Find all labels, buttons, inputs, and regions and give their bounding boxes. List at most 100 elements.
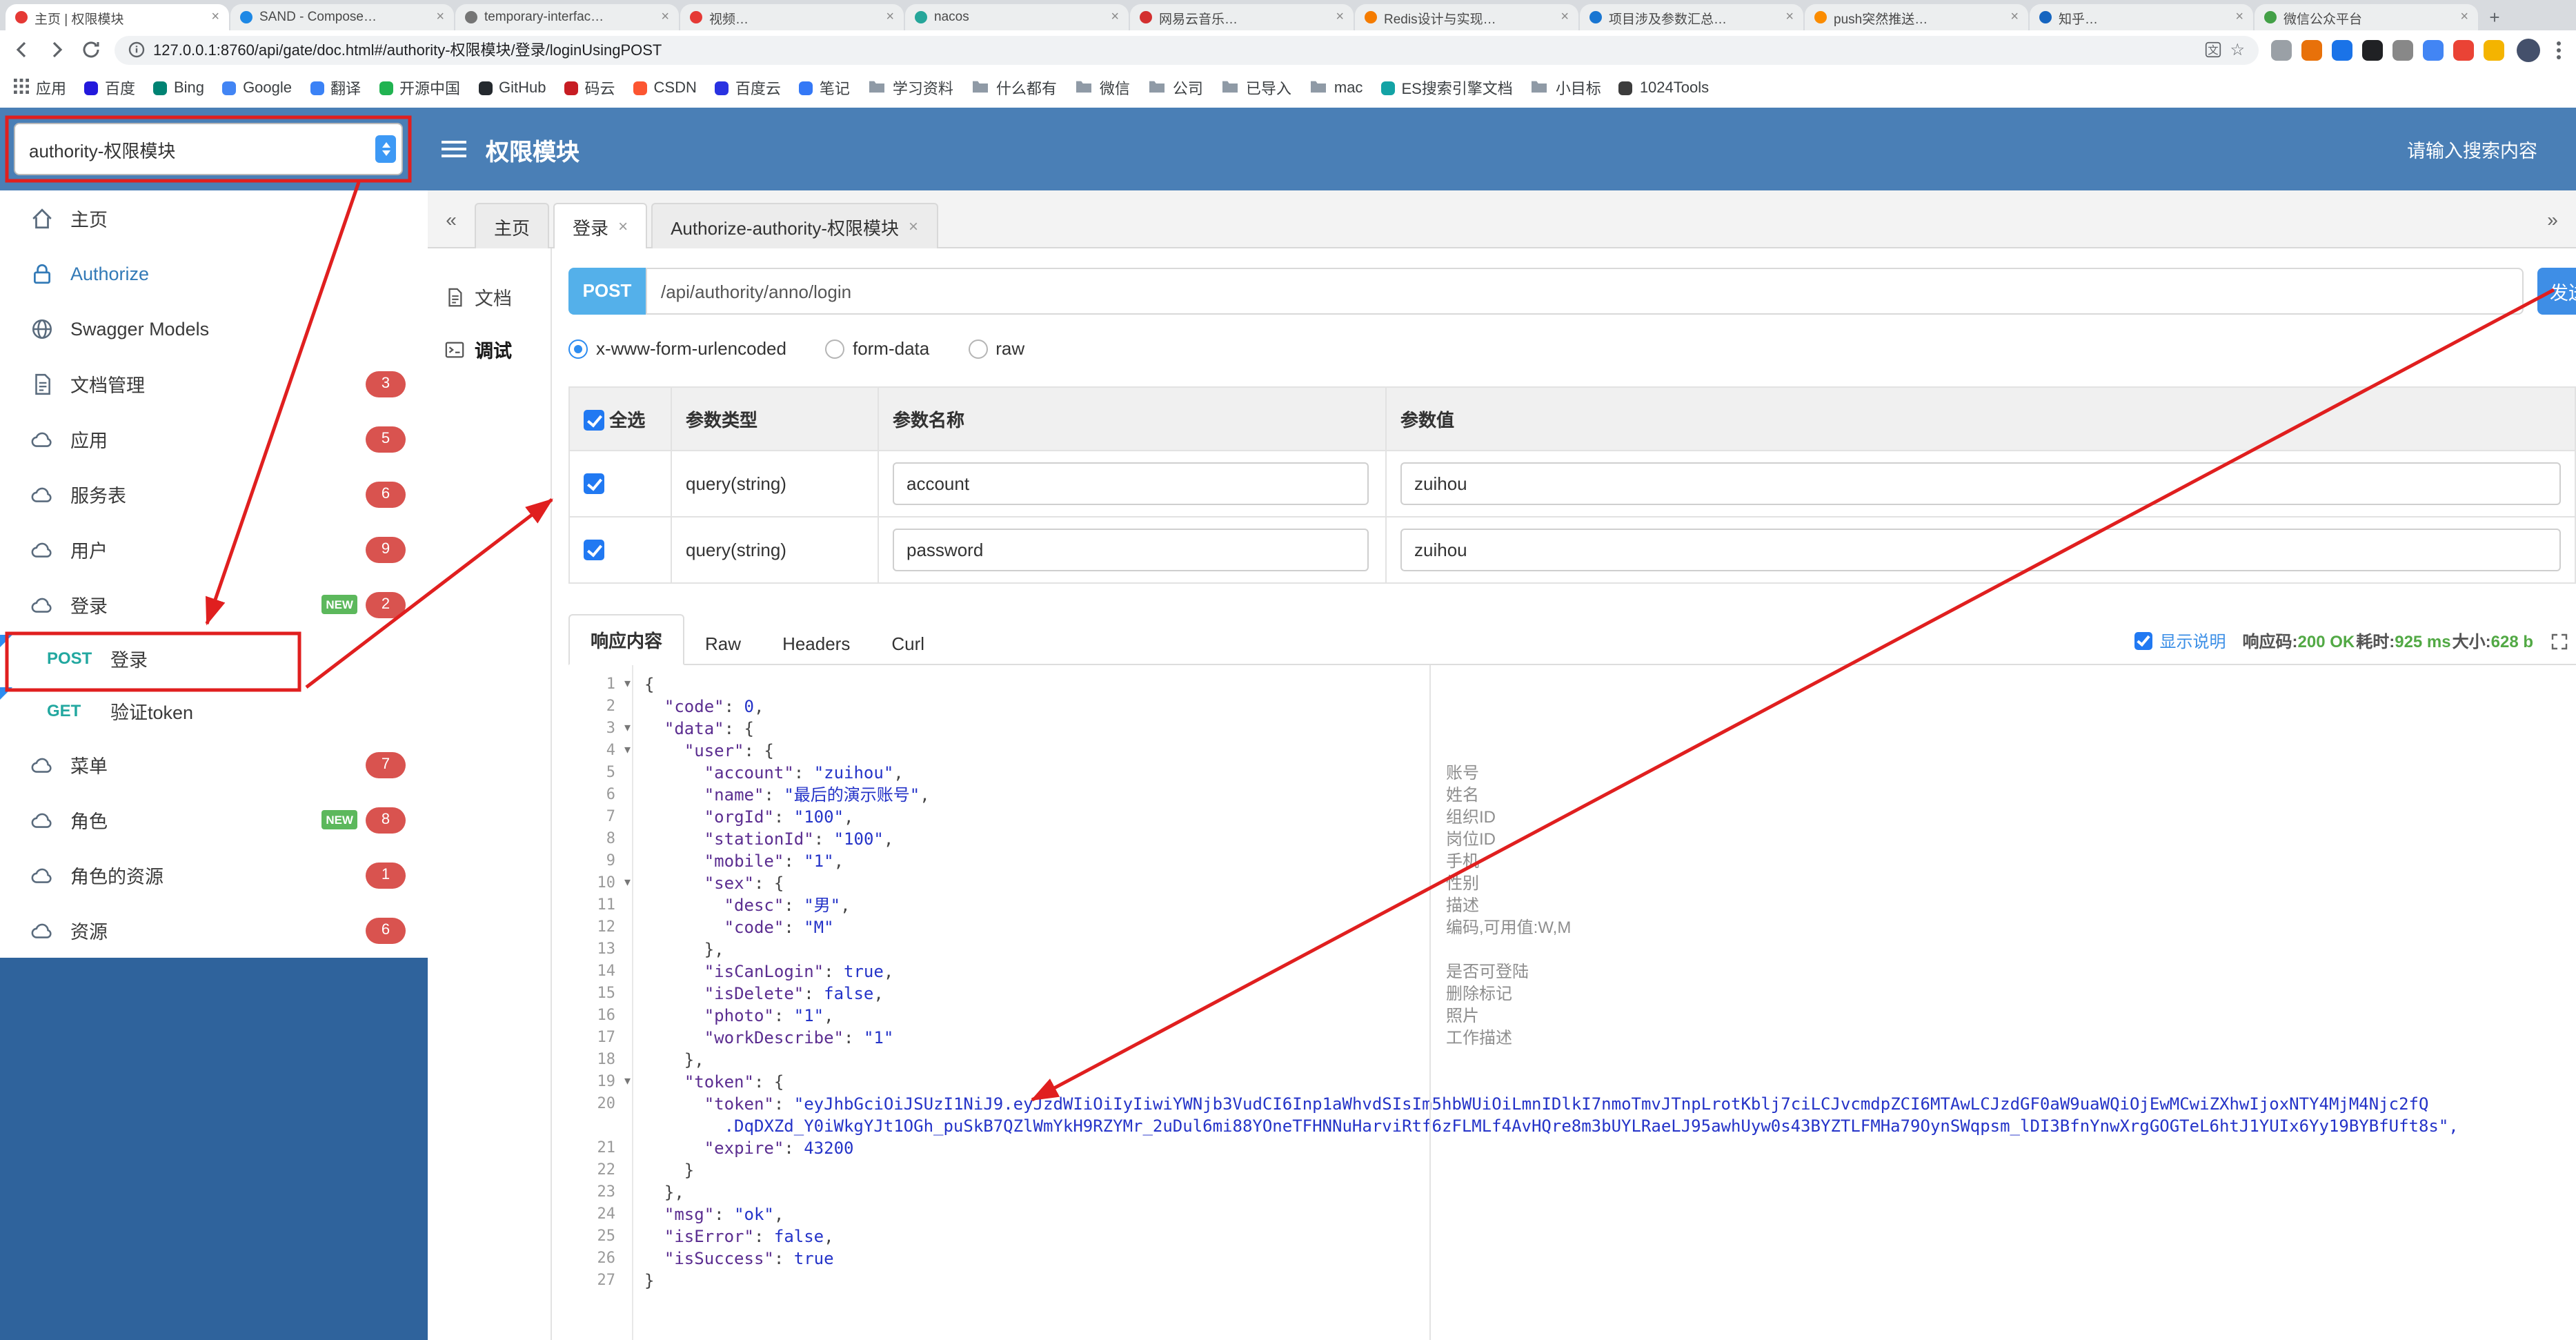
menu-toggle-icon[interactable] [442,141,466,157]
nav-debug[interactable]: 调试 [428,323,551,375]
header-search[interactable]: 请输入搜索内容 [2407,135,2537,163]
back-icon[interactable] [11,39,33,61]
bookmark-item[interactable]: 小目标 [1531,77,1601,99]
browser-tab[interactable]: 项目涉及参数汇总… × [1580,4,1803,30]
reload-icon[interactable] [80,39,102,61]
extension-icon[interactable] [2453,39,2474,60]
bookmark-item[interactable]: 1024Tools [1618,80,1709,97]
sidebar-item-菜单[interactable]: 菜单 7 [0,737,428,792]
bookmark-item[interactable]: 翻译 [310,77,361,99]
tab-close-icon[interactable]: × [1785,10,1794,25]
bookmark-item[interactable]: 百度 [84,77,135,99]
browser-tab[interactable]: 知乎… × [2030,4,2253,30]
tab-raw[interactable]: Raw [684,622,762,665]
tab-close-icon[interactable]: × [1336,10,1344,25]
browser-tab[interactable]: 网易云音乐… × [1130,4,1354,30]
bookmark-item[interactable]: 微信 [1075,77,1130,99]
browser-tab[interactable]: 主页 | 权限模块 × [6,4,229,30]
sidebar-api-get[interactable]: GET 验证token [0,684,428,737]
tab-close-icon[interactable]: × [886,10,894,25]
bookmark-item[interactable]: Google [222,80,292,97]
tab-curl[interactable]: Curl [871,622,945,665]
browser-tab[interactable]: SAND - Compose… × [230,4,454,30]
browser-tab[interactable]: Redis设计与实现… × [1355,4,1578,30]
profile-avatar[interactable] [2517,38,2540,61]
request-url-input[interactable] [646,268,2524,315]
param-name-input[interactable] [893,462,1369,505]
select-all-checkbox[interactable] [584,410,604,431]
content-tab-login[interactable]: 登录 × [553,203,648,248]
tab-close-icon[interactable]: × [909,217,918,236]
new-tab-icon[interactable]: + [2479,4,2510,30]
site-info-icon[interactable] [128,41,145,58]
bookmark-item[interactable]: CSDN [633,80,697,97]
fold-icon[interactable]: ▾ [624,673,631,696]
fold-icon[interactable]: ▾ [624,740,631,762]
extension-icon[interactable] [2392,39,2413,60]
extension-icon[interactable] [2362,39,2383,60]
row-checkbox[interactable] [584,473,604,494]
tabs-scroll-left-icon[interactable]: « [428,190,475,247]
tabs-scroll-right-icon[interactable]: » [2529,190,2576,247]
tab-close-icon[interactable]: × [211,10,219,25]
bookmark-item[interactable]: mac [1309,79,1363,98]
browser-menu-icon[interactable] [2553,41,2565,59]
bookmark-star-icon[interactable]: ☆ [2230,40,2245,59]
address-bar[interactable]: 127.0.0.1:8760/api/gate/doc.html#/author… [115,35,2259,64]
bookmark-item[interactable]: ES搜索引擎文档 [1380,77,1513,99]
fold-icon[interactable]: ▾ [624,718,631,740]
bookmark-item[interactable]: 笔记 [798,77,850,99]
browser-tab[interactable]: 微信公众平台 × [2255,4,2478,30]
bookmark-item[interactable]: 什么都有 [971,77,1057,99]
translate-icon[interactable]: 文 [2205,41,2221,58]
bookmark-item[interactable]: 应用 [14,77,66,99]
nav-doc[interactable]: 文档 [428,270,551,323]
tab-close-icon[interactable]: × [618,217,628,236]
sidebar-item-用户[interactable]: 用户 9 [0,522,428,577]
sidebar-item-Authorize[interactable]: Authorize [0,246,428,301]
extension-icon[interactable] [2423,39,2444,60]
sidebar-item-应用[interactable]: 应用 5 [0,411,428,466]
bookmark-item[interactable]: 百度云 [714,77,781,99]
send-button[interactable]: 发送 [2537,268,2576,315]
bookmark-item[interactable]: 已导入 [1221,77,1291,99]
extension-icon[interactable] [2271,39,2292,60]
content-tab-authorize[interactable]: Authorize-authority-权限模块 × [651,203,938,248]
param-value-input[interactable] [1400,529,2561,571]
sidebar-item-Swagger Models[interactable]: Swagger Models [0,301,428,356]
bookmark-item[interactable]: Bing [153,80,204,97]
param-value-input[interactable] [1400,462,2561,505]
bookmark-item[interactable]: GitHub [478,80,546,97]
tab-close-icon[interactable]: × [2235,10,2243,25]
row-checkbox[interactable] [584,540,604,560]
fold-icon[interactable]: ▾ [624,1071,631,1093]
fullscreen-icon[interactable] [2551,633,2568,649]
bookmark-item[interactable]: 开源中国 [379,77,460,99]
browser-tab[interactable]: temporary-interfac… × [455,4,679,30]
tab-close-icon[interactable]: × [2460,10,2468,25]
sidebar-item-资源[interactable]: 资源 6 [0,903,428,958]
fold-icon[interactable]: ▾ [624,872,631,894]
extension-icon[interactable] [2484,39,2504,60]
tab-response-content[interactable]: 响应内容 [568,614,685,665]
radio-raw[interactable]: raw [968,338,1024,359]
bookmark-item[interactable]: 公司 [1148,77,1203,99]
tab-close-icon[interactable]: × [1561,10,1569,25]
sidebar-api-post[interactable]: POST 登录 [0,632,428,684]
forward-icon[interactable] [46,39,68,61]
sidebar-item-主页[interactable]: 主页 [0,190,428,246]
tab-close-icon[interactable]: × [661,10,669,25]
extension-icon[interactable] [2301,39,2322,60]
bookmark-item[interactable]: 学习资料 [868,77,953,99]
sidebar-item-文档管理[interactable]: 文档管理 3 [0,356,428,411]
sidebar-item-角色[interactable]: 角色 NEW 8 [0,792,428,847]
tab-headers[interactable]: Headers [762,622,871,665]
radio-form-data[interactable]: form-data [824,338,929,359]
browser-tab[interactable]: 视频… × [680,4,904,30]
content-tab-home[interactable]: 主页 [475,203,550,248]
browser-tab[interactable]: nacos × [905,4,1129,30]
radio-x-www-form-urlencoded[interactable]: x-www-form-urlencoded [568,338,786,359]
url-text[interactable]: 127.0.0.1:8760/api/gate/doc.html#/author… [153,39,2197,61]
sidebar-item-服务表[interactable]: 服务表 6 [0,466,428,522]
param-name-input[interactable] [893,529,1369,571]
